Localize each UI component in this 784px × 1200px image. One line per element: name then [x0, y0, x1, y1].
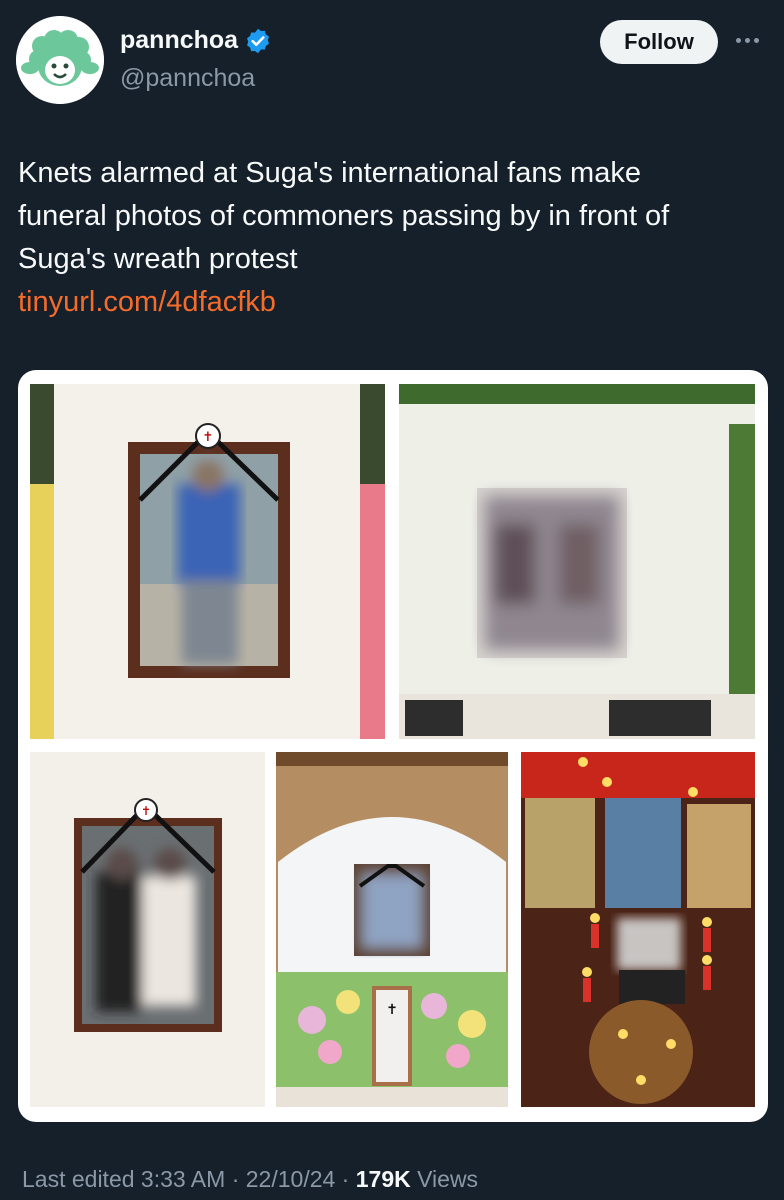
tweet-metadata: Last edited 3:33 AM · 22/10/24 · 179K Vi… [22, 1166, 478, 1193]
author-avatar[interactable] [16, 16, 104, 104]
dot [754, 37, 759, 43]
funeral-wreath-photo-1[interactable]: ✝ [30, 384, 385, 739]
dot [736, 37, 741, 43]
svg-text:✝: ✝ [203, 430, 214, 445]
tweet-text: Knets alarmed at Suga's international fa… [18, 152, 774, 324]
more-options-icon[interactable] [736, 30, 766, 50]
media-grid: ✝ ✝ ✝ [18, 370, 768, 1122]
funeral-altar-photo-4[interactable]: ✝ [276, 752, 508, 1107]
post-date[interactable]: 22/10/24 [246, 1166, 336, 1192]
funeral-wreath-photo-3[interactable]: ✝ [30, 752, 265, 1107]
svg-text:✝: ✝ [141, 804, 151, 818]
author-display-name[interactable]: pannchoa [120, 26, 238, 55]
views-count: 179K [355, 1166, 411, 1192]
author-handle[interactable]: @pannchoa [120, 64, 255, 93]
separator: · [225, 1166, 246, 1192]
tweet-text-line: Suga's wreath protest [18, 243, 298, 275]
edited-timestamp[interactable]: Last edited 3:33 AM [22, 1166, 225, 1192]
svg-text:✝: ✝ [386, 1002, 398, 1018]
author-name-row: pannchoa [120, 26, 272, 55]
separator: · [335, 1166, 356, 1192]
tweet-text-line: funeral photos of commoners passing by i… [18, 200, 670, 232]
dot [745, 37, 750, 43]
tweet-text-line: Knets alarmed at Suga's international fa… [18, 157, 641, 189]
tweet-link[interactable]: tinyurl.com/4dfacfkb [18, 281, 774, 324]
candle-altar-photo-5[interactable] [521, 752, 755, 1107]
green-sheep-face-icon [16, 16, 104, 104]
views-label: Views [410, 1166, 479, 1192]
follow-button[interactable]: Follow [600, 20, 718, 64]
verified-badge-icon [247, 28, 270, 53]
funeral-wreath-photo-2[interactable] [399, 384, 755, 739]
